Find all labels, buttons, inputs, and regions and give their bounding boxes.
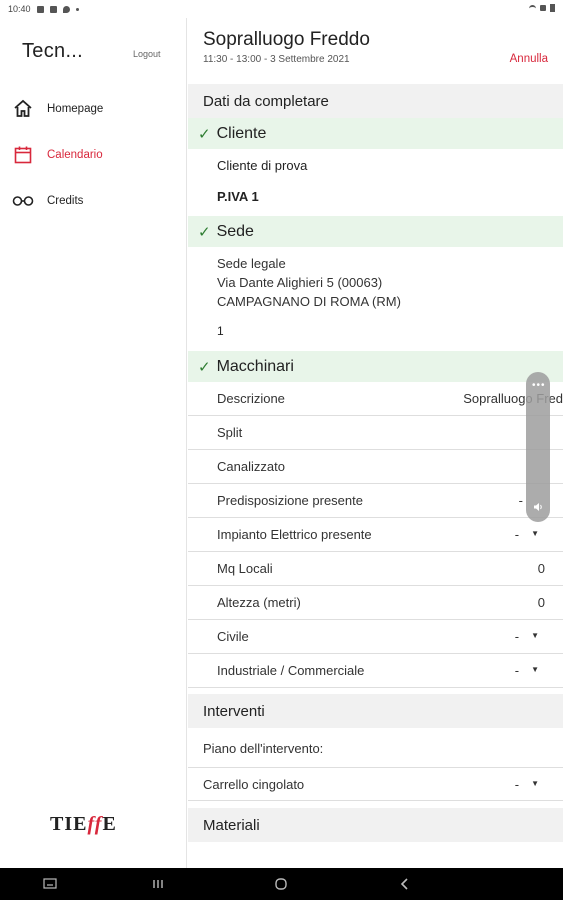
field-select[interactable]: - ▼ bbox=[515, 527, 539, 542]
field-select[interactable]: - bbox=[519, 493, 523, 508]
field-label: Industriale / Commerciale bbox=[217, 663, 365, 678]
field-value: - bbox=[518, 493, 523, 508]
cancel-button[interactable]: Annulla bbox=[510, 53, 548, 65]
notification-icon bbox=[49, 5, 57, 13]
sidebar-item-homepage[interactable]: Homepage bbox=[12, 97, 103, 121]
sede-address: Sede legale Via Dante Alighieri 5 (00063… bbox=[217, 254, 401, 311]
caret-down-icon: ▼ bbox=[531, 529, 539, 538]
battery-icon bbox=[550, 4, 555, 12]
field-label: Altezza (metri) bbox=[217, 595, 301, 610]
check-icon: ✓ bbox=[198, 223, 211, 241]
sede-line: Sede legale bbox=[217, 256, 286, 271]
sidebar-item-calendario[interactable]: Calendario bbox=[12, 143, 103, 167]
field-select[interactable]: - ▼ bbox=[515, 629, 539, 644]
field-select[interactable]: - ▼ bbox=[515, 777, 539, 792]
notification-icon bbox=[36, 5, 44, 13]
section-interventi: Interventi bbox=[188, 694, 563, 728]
field-descrizione[interactable]: Descrizione Sopralluogo Fred bbox=[188, 382, 563, 416]
field-predisposizione-presente[interactable]: Predisposizione presente - bbox=[188, 484, 563, 518]
caret-down-icon: ▼ bbox=[531, 778, 539, 788]
section-title: Materiali bbox=[203, 816, 260, 834]
wifi-icon bbox=[529, 4, 536, 12]
system-nav-bar bbox=[0, 868, 563, 900]
sede-line: Via Dante Alighieri 5 (00063) bbox=[217, 275, 383, 290]
field-label: Civile bbox=[217, 629, 249, 644]
more-icon[interactable]: ••• bbox=[532, 380, 546, 391]
group-title: Macchinari bbox=[216, 357, 294, 375]
field-value: 0 bbox=[537, 561, 545, 576]
field-value: 0 bbox=[537, 595, 545, 610]
group-title: Sede bbox=[216, 222, 254, 240]
page-subtitle: 11:30 - 13:00 - 3 Settembre 2021 bbox=[203, 54, 350, 65]
field-label: Mq Locali bbox=[217, 561, 273, 576]
field-label: Split bbox=[217, 425, 243, 440]
field-value: - bbox=[514, 527, 520, 542]
cliente-name: Cliente di prova bbox=[217, 158, 308, 173]
glasses-icon bbox=[12, 190, 34, 212]
check-icon: ✓ bbox=[198, 125, 211, 143]
field-select[interactable]: - ▼ bbox=[515, 663, 539, 678]
home-button-icon[interactable] bbox=[273, 876, 289, 892]
piano-intervento-row: Piano dell'intervento: bbox=[188, 731, 563, 765]
field-impianto-elettrico-presente[interactable]: Impianto Elettrico presente - ▼ bbox=[188, 518, 563, 552]
calendar-icon bbox=[12, 144, 34, 166]
cliente-piva: P.IVA 1 bbox=[217, 189, 259, 204]
dot-icon bbox=[75, 7, 79, 11]
section-title: Interventi bbox=[203, 702, 265, 720]
field-mq-locali[interactable]: Mq Locali 0 bbox=[188, 552, 563, 586]
field-altezza[interactable]: Altezza (metri) 0 bbox=[188, 586, 563, 620]
sidebar-item-label: Calendario bbox=[47, 149, 103, 161]
field-canalizzato[interactable]: Canalizzato bbox=[188, 450, 563, 484]
field-label: Canalizzato bbox=[217, 459, 285, 474]
signal-icon bbox=[540, 5, 546, 11]
field-civile[interactable]: Civile - ▼ bbox=[188, 620, 563, 654]
section-title: Dati da completare bbox=[203, 92, 329, 110]
sidebar-item-credits[interactable]: Credits bbox=[12, 189, 83, 213]
sidebar-item-label: Homepage bbox=[47, 103, 104, 115]
field-carrello-cingolato[interactable]: Carrello cingolato - ▼ bbox=[188, 767, 563, 801]
status-time: 10:40 bbox=[8, 4, 31, 14]
field-value: - bbox=[514, 776, 520, 792]
caret-down-icon: ▼ bbox=[531, 665, 539, 674]
group-cliente[interactable]: ✓ Cliente bbox=[188, 118, 563, 149]
field-label: Carrello cingolato bbox=[203, 776, 305, 792]
field-label: Impianto Elettrico presente bbox=[217, 527, 372, 542]
page-header: Sopralluogo Freddo 11:30 - 13:00 - 3 Set… bbox=[188, 18, 563, 80]
sidebar: Tecn... Logout Homepage Calendario Credi… bbox=[0, 18, 187, 868]
caret-down-icon: ▼ bbox=[531, 631, 539, 640]
keyboard-icon[interactable] bbox=[42, 876, 58, 892]
check-icon: ✓ bbox=[198, 358, 211, 376]
section-dati-da-completare: Dati da completare bbox=[188, 84, 563, 118]
field-label: Predisposizione presente bbox=[217, 493, 363, 508]
back-icon[interactable] bbox=[397, 876, 413, 892]
home-icon bbox=[12, 98, 34, 120]
location-icon bbox=[62, 5, 70, 13]
app-title: Tecn... bbox=[22, 40, 84, 62]
group-sede[interactable]: ✓ Sede bbox=[188, 216, 563, 247]
field-value: - bbox=[514, 663, 520, 678]
main-panel: Sopralluogo Freddo 11:30 - 13:00 - 3 Set… bbox=[188, 18, 563, 868]
field-value: - bbox=[514, 629, 520, 644]
sede-number: 1 bbox=[217, 324, 224, 338]
group-title: Cliente bbox=[216, 124, 267, 142]
logout-button[interactable]: Logout bbox=[133, 49, 161, 59]
group-macchinari[interactable]: ✓ Macchinari bbox=[188, 351, 563, 382]
floating-volume-panel[interactable]: ••• bbox=[526, 372, 550, 522]
sede-line: CAMPAGNANO DI ROMA (RM) bbox=[217, 294, 401, 309]
recents-icon[interactable] bbox=[150, 876, 166, 892]
sidebar-item-label: Credits bbox=[47, 195, 84, 207]
field-industriale-commerciale[interactable]: Industriale / Commerciale - ▼ bbox=[188, 654, 563, 688]
field-split[interactable]: Split bbox=[188, 416, 563, 450]
status-bar: 10:40 bbox=[0, 0, 563, 18]
section-materiali: Materiali bbox=[188, 808, 563, 842]
field-label: Descrizione bbox=[217, 391, 285, 406]
page-title: Sopralluogo Freddo bbox=[203, 29, 370, 50]
volume-icon[interactable] bbox=[533, 502, 543, 512]
field-label: Piano dell'intervento: bbox=[203, 740, 324, 756]
tieffe-logo: TIEffE bbox=[50, 813, 117, 835]
